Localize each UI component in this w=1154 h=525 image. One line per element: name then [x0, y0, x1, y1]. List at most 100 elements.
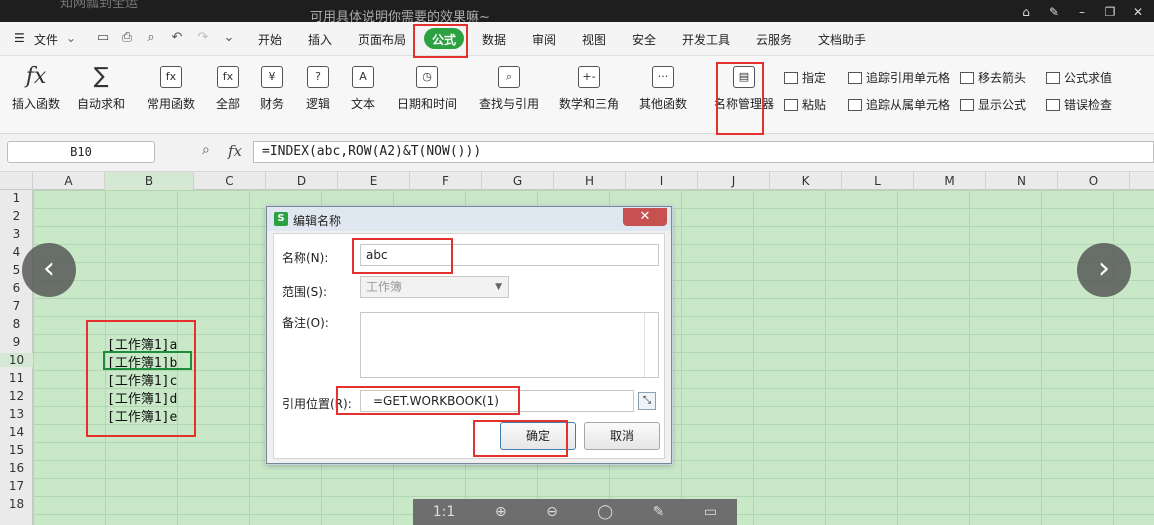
- tab-cloud[interactable]: 云服务: [756, 31, 792, 48]
- other-functions-label: 其他函数: [638, 97, 687, 111]
- paste-label: 粘贴: [802, 98, 827, 112]
- col-header[interactable]: H: [554, 172, 626, 190]
- range-picker-icon[interactable]: ⤡: [638, 392, 656, 410]
- formula-input[interactable]: =INDEX(abc,ROW(A2)&T(NOW())): [253, 141, 1154, 163]
- undo-icon[interactable]: ↶: [168, 30, 186, 46]
- menu-hamburger-icon[interactable]: ☰: [14, 31, 25, 45]
- all-functions-button[interactable]: fx 全部: [210, 66, 246, 112]
- col-header[interactable]: D: [266, 172, 338, 190]
- autosum-button[interactable]: ∑ 自动求和: [72, 66, 130, 112]
- logical-button[interactable]: ? 逻辑: [300, 66, 336, 112]
- row-number[interactable]: 11: [0, 371, 33, 385]
- edit-icon[interactable]: ✎: [653, 504, 665, 520]
- tab-view[interactable]: 视图: [582, 31, 606, 48]
- close-icon[interactable]: ✕: [1128, 4, 1148, 20]
- fx-icon[interactable]: fx: [228, 142, 242, 160]
- row-number[interactable]: 2: [0, 209, 33, 223]
- row-number[interactable]: 15: [0, 443, 33, 457]
- row-header: 1 2 3 4 5 6 7 8 9 10 11 12 13 14 15 16 1…: [0, 190, 33, 525]
- zoom-out-icon[interactable]: ⊖: [546, 504, 558, 520]
- minimize-icon[interactable]: –: [1072, 4, 1092, 20]
- trace-precedents-button[interactable]: 追踪引用单元格: [848, 69, 950, 86]
- evaluate-formula-button[interactable]: 公式求值: [1046, 69, 1112, 86]
- date-time-button[interactable]: ◷ 日期和时间: [390, 66, 464, 112]
- row-number[interactable]: 14: [0, 425, 33, 439]
- col-header[interactable]: F: [410, 172, 482, 190]
- save-icon[interactable]: ▭: [94, 30, 112, 46]
- math-trig-button[interactable]: +- 数学和三角: [552, 66, 626, 112]
- financial-button[interactable]: ¥ 财务: [254, 66, 290, 112]
- cancel-button[interactable]: 取消: [584, 422, 660, 450]
- col-header[interactable]: I: [626, 172, 698, 190]
- tab-review[interactable]: 审阅: [532, 31, 556, 48]
- pin-icon[interactable]: ✎: [1044, 4, 1064, 20]
- col-header[interactable]: O: [1058, 172, 1130, 190]
- comment-textarea[interactable]: [360, 312, 659, 378]
- tab-developer[interactable]: 开发工具: [682, 31, 730, 48]
- col-header[interactable]: K: [770, 172, 842, 190]
- specify-button[interactable]: 指定: [784, 69, 826, 86]
- lookup-reference-button[interactable]: ⌕ 查找与引用: [472, 66, 546, 112]
- tab-insert[interactable]: 插入: [308, 31, 332, 48]
- row-number[interactable]: 8: [0, 317, 33, 331]
- text-button[interactable]: A 文本: [344, 66, 382, 112]
- select-all-corner[interactable]: [0, 172, 33, 190]
- prev-arrow-button[interactable]: ‹: [22, 243, 76, 297]
- dropdown-arrow-icon: ▼: [495, 282, 502, 292]
- row-number[interactable]: 7: [0, 299, 33, 313]
- row-number[interactable]: 18: [0, 497, 33, 511]
- row-number[interactable]: 1: [0, 191, 33, 205]
- row-number[interactable]: 10: [0, 353, 33, 367]
- col-header[interactable]: J: [698, 172, 770, 190]
- actual-size-button[interactable]: 1:1: [433, 504, 456, 520]
- col-header[interactable]: M: [914, 172, 986, 190]
- col-header[interactable]: N: [986, 172, 1058, 190]
- other-functions-button[interactable]: ··· 其他函数: [632, 66, 694, 112]
- financial-label: 财务: [259, 97, 284, 111]
- show-formulas-button[interactable]: 显示公式: [960, 96, 1026, 113]
- window-controls: ⌂ ✎ – ❐ ✕: [1016, 4, 1148, 20]
- name-box[interactable]: B10: [7, 141, 155, 163]
- tab-doc-assistant[interactable]: 文档助手: [818, 31, 866, 48]
- remove-arrows-button[interactable]: 移去箭头: [960, 69, 1026, 86]
- restore-icon[interactable]: ❐: [1100, 4, 1120, 20]
- file-menu[interactable]: 文件: [34, 31, 58, 48]
- scope-value: 工作簿: [366, 280, 403, 294]
- next-arrow-button[interactable]: ›: [1077, 243, 1131, 297]
- scope-select[interactable]: 工作簿 ▼: [360, 276, 509, 298]
- tab-page-layout[interactable]: 页面布局: [358, 31, 406, 48]
- row-number[interactable]: 13: [0, 407, 33, 421]
- col-header[interactable]: A: [33, 172, 105, 190]
- zoom-in-icon[interactable]: ⊕: [495, 504, 507, 520]
- preview-icon[interactable]: ⌕: [142, 30, 160, 46]
- row-number[interactable]: 17: [0, 479, 33, 493]
- col-header[interactable]: B: [105, 172, 194, 190]
- rotate-icon[interactable]: ◯: [597, 504, 613, 520]
- home-icon[interactable]: ⌂: [1016, 4, 1036, 20]
- row-number[interactable]: 12: [0, 389, 33, 403]
- col-header[interactable]: C: [194, 172, 266, 190]
- col-header[interactable]: L: [842, 172, 914, 190]
- trace-dependents-button[interactable]: 追踪从属单元格: [848, 96, 950, 113]
- col-header[interactable]: E: [338, 172, 410, 190]
- row-number[interactable]: 9: [0, 335, 33, 349]
- save-image-icon[interactable]: ▭: [704, 504, 717, 520]
- zoom-icon[interactable]: ⌕: [202, 142, 210, 158]
- tab-security[interactable]: 安全: [632, 31, 656, 48]
- paste-button[interactable]: 粘贴: [784, 96, 826, 113]
- col-header[interactable]: G: [482, 172, 554, 190]
- common-functions-button[interactable]: fx 常用函数: [140, 66, 202, 112]
- tab-data[interactable]: 数据: [482, 31, 506, 48]
- scrollbar[interactable]: [644, 313, 658, 377]
- insert-function-button[interactable]: fx 插入函数: [10, 66, 62, 112]
- print-icon[interactable]: ⎙: [118, 30, 136, 46]
- dialog-titlebar[interactable]: S 编辑名称 ✕: [267, 207, 671, 231]
- more-chevron-icon[interactable]: ⌄: [220, 30, 238, 46]
- row-number[interactable]: 16: [0, 461, 33, 475]
- row-number[interactable]: 3: [0, 227, 33, 241]
- chevron-down-icon[interactable]: ⌄: [66, 31, 76, 45]
- redo-icon[interactable]: ↷: [194, 30, 212, 46]
- tab-home[interactable]: 开始: [258, 31, 282, 48]
- dialog-close-button[interactable]: ✕: [623, 208, 667, 226]
- error-check-button[interactable]: 错误检查: [1046, 96, 1112, 113]
